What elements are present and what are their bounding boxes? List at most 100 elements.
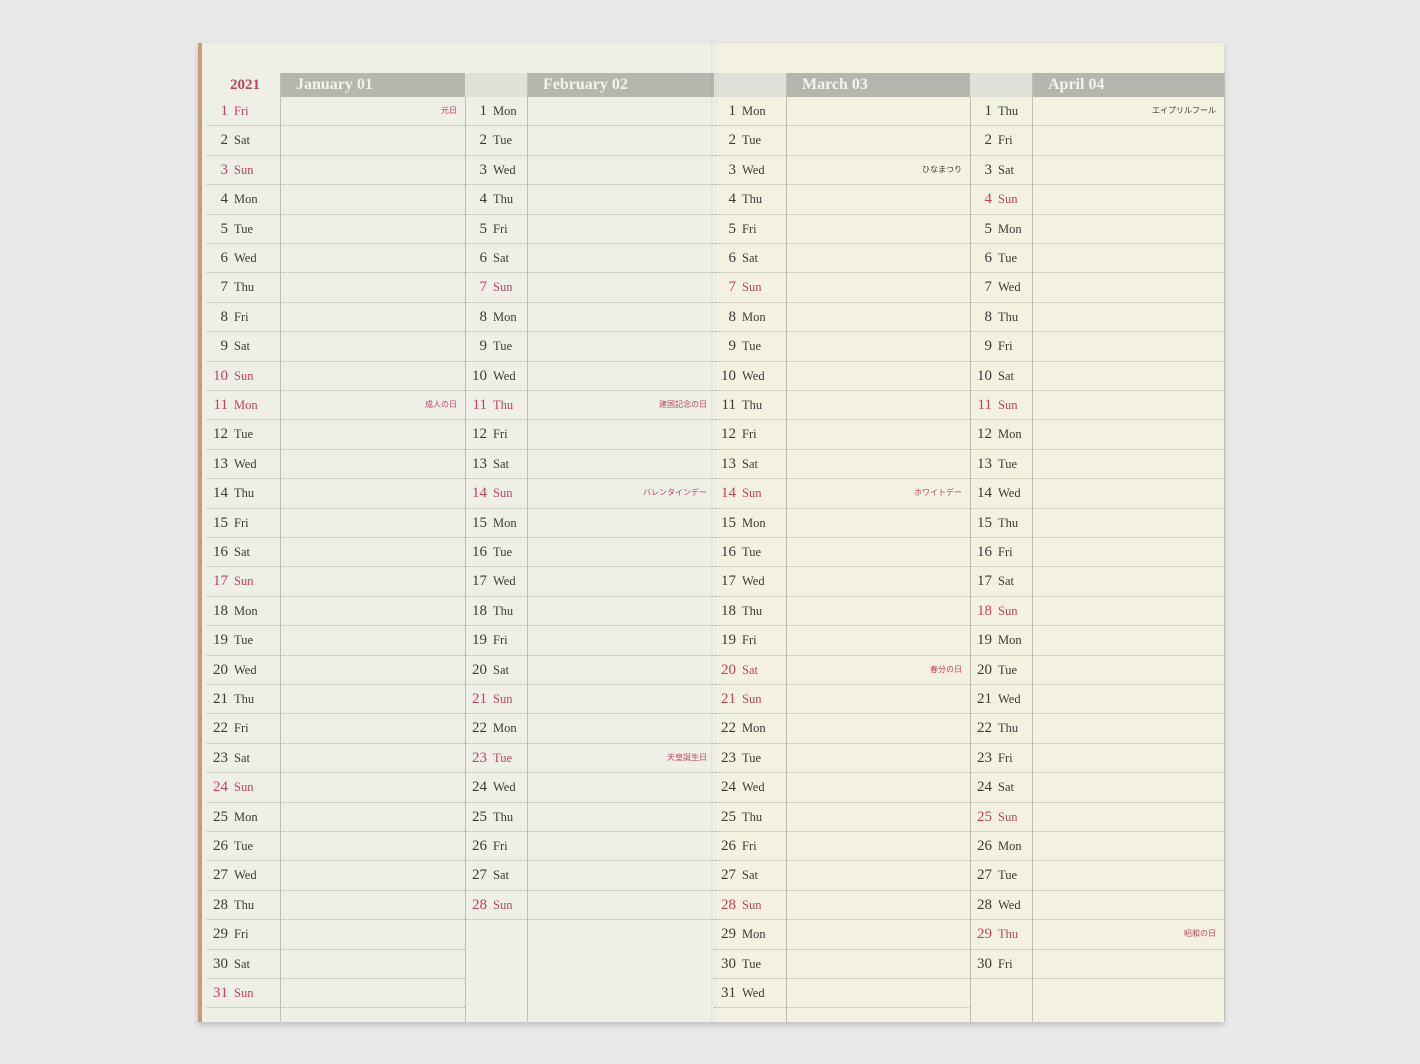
day-row[interactable]: 5 Tue	[206, 215, 465, 244]
day-row[interactable]: 7 Thu	[206, 273, 465, 303]
day-row[interactable]: 9 Sat	[206, 332, 465, 362]
day-row[interactable]: 4 Sun	[970, 185, 1224, 215]
day-row[interactable]: 4 Thu	[714, 185, 970, 215]
day-row[interactable]: 31 Wed	[714, 979, 970, 1009]
day-row[interactable]: 20 Tue	[970, 656, 1224, 685]
day-row[interactable]: 6 Sat	[465, 244, 715, 274]
day-row[interactable]: 14 Sun ホワイトデー	[714, 479, 970, 509]
day-row[interactable]: 12 Fri	[714, 420, 970, 450]
day-row[interactable]: 10 Sat	[970, 362, 1224, 391]
day-row[interactable]: 26 Tue	[206, 832, 465, 862]
day-row[interactable]: 13 Tue	[970, 450, 1224, 480]
day-row[interactable]: 27 Wed	[206, 861, 465, 891]
day-row[interactable]: 15 Thu	[970, 509, 1224, 538]
day-row[interactable]: 27 Tue	[970, 861, 1224, 891]
day-row[interactable]: 2 Tue	[465, 126, 715, 156]
day-row[interactable]: 13 Sat	[465, 450, 715, 480]
day-row[interactable]: 24 Sat	[970, 773, 1224, 803]
day-row[interactable]: 14 Thu	[206, 479, 465, 509]
day-row[interactable]: 16 Tue	[465, 538, 715, 568]
day-row[interactable]: 15 Mon	[714, 509, 970, 538]
day-row[interactable]: 27 Sat	[465, 861, 715, 891]
day-row[interactable]: 26 Fri	[714, 832, 970, 862]
day-row[interactable]: 23 Tue	[714, 744, 970, 774]
day-row[interactable]: 12 Mon	[970, 420, 1224, 450]
day-row[interactable]: 28 Thu	[206, 891, 465, 921]
day-row[interactable]: 20 Sat 春分の日	[714, 656, 970, 685]
day-row[interactable]: 14 Sun バレンタインデー	[465, 479, 715, 509]
day-row[interactable]: 12 Fri	[465, 420, 715, 450]
day-row[interactable]: 17 Wed	[465, 567, 715, 597]
day-row[interactable]: 6 Tue	[970, 244, 1224, 274]
day-row[interactable]: 25 Sun	[970, 803, 1224, 832]
day-row[interactable]: 10 Wed	[465, 362, 715, 391]
day-row[interactable]: 17 Sun	[206, 567, 465, 597]
day-row[interactable]: 18 Mon	[206, 597, 465, 627]
day-row[interactable]: 17 Sat	[970, 567, 1224, 597]
day-row[interactable]: 27 Sat	[714, 861, 970, 891]
day-row[interactable]: 26 Mon	[970, 832, 1224, 862]
day-row[interactable]: 8 Mon	[714, 303, 970, 333]
day-row[interactable]: 20 Wed	[206, 656, 465, 685]
day-row[interactable]: 30 Fri	[970, 950, 1224, 979]
day-row[interactable]: 23 Tue 天皇誕生日	[465, 744, 715, 774]
day-row[interactable]: 25 Thu	[465, 803, 715, 832]
day-row[interactable]: 29 Fri	[206, 920, 465, 950]
day-row[interactable]: 14 Wed	[970, 479, 1224, 509]
day-row[interactable]: 5 Mon	[970, 215, 1224, 244]
day-row[interactable]: 2 Tue	[714, 126, 970, 156]
day-row[interactable]: 3 Wed	[465, 156, 715, 186]
day-row[interactable]: 15 Fri	[206, 509, 465, 538]
day-row[interactable]: 25 Mon	[206, 803, 465, 832]
day-row[interactable]: 5 Fri	[465, 215, 715, 244]
day-row[interactable]: 3 Sun	[206, 156, 465, 186]
day-row[interactable]: 9 Tue	[465, 332, 715, 362]
day-row[interactable]: 24 Wed	[465, 773, 715, 803]
day-row[interactable]: 16 Fri	[970, 538, 1224, 568]
day-row[interactable]: 18 Thu	[714, 597, 970, 627]
day-row[interactable]: 19 Fri	[465, 626, 715, 656]
day-row[interactable]: 16 Tue	[714, 538, 970, 568]
day-row[interactable]: 15 Mon	[465, 509, 715, 538]
day-row[interactable]: 21 Wed	[970, 685, 1224, 715]
day-row[interactable]: 2 Sat	[206, 126, 465, 156]
day-row[interactable]: 25 Thu	[714, 803, 970, 832]
day-row[interactable]: 10 Sun	[206, 362, 465, 391]
day-row[interactable]: 29 Thu 昭和の日	[970, 920, 1224, 950]
day-row[interactable]: 19 Mon	[970, 626, 1224, 656]
day-row[interactable]: 4 Thu	[465, 185, 715, 215]
day-row[interactable]: 1 Fri 元日	[206, 97, 465, 127]
day-row[interactable]: 20 Sat	[465, 656, 715, 685]
day-row[interactable]: 8 Mon	[465, 303, 715, 333]
day-row[interactable]: 21 Thu	[206, 685, 465, 715]
day-row[interactable]: 24 Wed	[714, 773, 970, 803]
day-row[interactable]: 7 Sun	[465, 273, 715, 303]
day-row[interactable]: 8 Thu	[970, 303, 1224, 333]
day-row[interactable]: 11 Thu 建国記念の日	[465, 391, 715, 421]
day-row[interactable]: 28 Sun	[465, 891, 715, 921]
day-row[interactable]: 16 Sat	[206, 538, 465, 568]
day-row[interactable]: 10 Wed	[714, 362, 970, 391]
day-row[interactable]: 3 Sat	[970, 156, 1224, 186]
day-row[interactable]: 7 Wed	[970, 273, 1224, 303]
day-row[interactable]: 18 Sun	[970, 597, 1224, 627]
day-row[interactable]: 22 Thu	[970, 714, 1224, 744]
day-row[interactable]: 21 Sun	[465, 685, 715, 715]
day-row[interactable]: 5 Fri	[714, 215, 970, 244]
day-row[interactable]: 21 Sun	[714, 685, 970, 715]
day-row[interactable]: 6 Wed	[206, 244, 465, 274]
day-row[interactable]: 9 Tue	[714, 332, 970, 362]
day-row[interactable]: 13 Sat	[714, 450, 970, 480]
day-row[interactable]: 23 Fri	[970, 744, 1224, 774]
day-row[interactable]: 29 Mon	[714, 920, 970, 950]
day-row[interactable]: 1 Thu エイプリルフール	[970, 97, 1224, 127]
day-row[interactable]: 18 Thu	[465, 597, 715, 627]
day-row[interactable]: 8 Fri	[206, 303, 465, 333]
day-row[interactable]: 7 Sun	[714, 273, 970, 303]
day-row[interactable]: 1 Mon	[714, 97, 970, 127]
day-row[interactable]: 22 Mon	[465, 714, 715, 744]
day-row[interactable]: 22 Fri	[206, 714, 465, 744]
day-row[interactable]: 3 Wed ひなまつり	[714, 156, 970, 186]
day-row[interactable]: 4 Mon	[206, 185, 465, 215]
day-row[interactable]: 11 Mon 成人の日	[206, 391, 465, 421]
